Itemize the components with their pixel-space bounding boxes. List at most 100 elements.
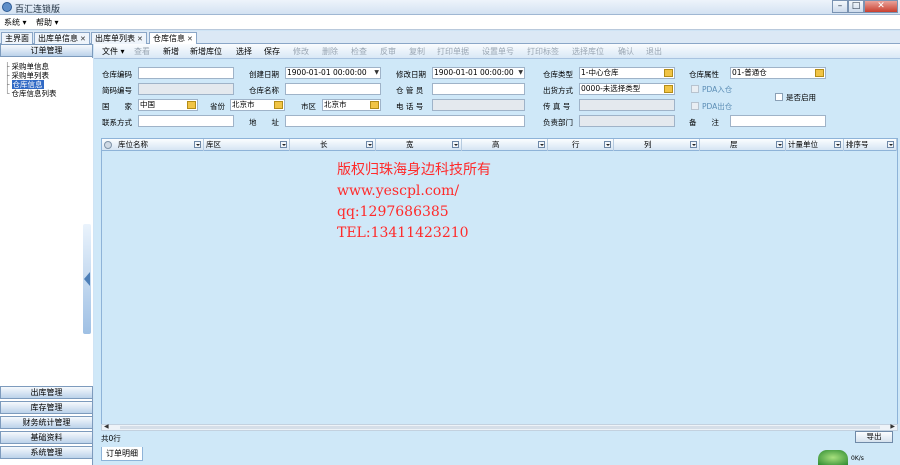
window-title: 百汇连锁版 <box>15 5 61 15</box>
folder-icon[interactable] <box>664 85 673 93</box>
toolbar-file-menu[interactable]: 文件 ▾ <box>102 46 125 57</box>
maximize-button[interactable]: □ <box>848 0 864 13</box>
filter-dropdown-icon[interactable] <box>366 141 373 148</box>
filter-dropdown-icon[interactable] <box>538 141 545 148</box>
delivery-mode-select[interactable]: 0000-未选择类型 <box>579 83 675 95</box>
column-header[interactable]: 计量单位 <box>786 139 844 151</box>
close-icon[interactable]: ✕ <box>137 35 143 43</box>
toolbar-unaudit[interactable]: 反审 <box>380 46 396 57</box>
warehouse-code-input[interactable] <box>138 67 234 79</box>
filter-dropdown-icon[interactable] <box>194 141 201 148</box>
close-icon[interactable]: ✕ <box>80 35 86 43</box>
warehouse-attr-select[interactable]: 01-普通仓 <box>730 67 826 79</box>
tab-warehouse-info[interactable]: 仓库信息 ✕ <box>149 32 197 44</box>
address-label: 地 址 <box>249 118 279 127</box>
filter-dropdown-icon[interactable] <box>776 141 783 148</box>
column-header[interactable]: 库区 <box>204 139 290 151</box>
sidebar-section-basic-data[interactable]: 基础资料 <box>0 431 93 444</box>
column-header[interactable]: 层 <box>700 139 786 151</box>
horizontal-scrollbar[interactable]: ◀ ▶ <box>101 423 898 431</box>
tab-outbound-info[interactable]: 出库单信息 ✕ <box>34 32 90 44</box>
country-select[interactable]: 中国 <box>138 99 198 111</box>
sidebar-section-outbound[interactable]: 出库管理 <box>0 386 93 399</box>
toolbar-new-location[interactable]: 新增库位 <box>190 46 222 57</box>
filter-dropdown-icon[interactable] <box>887 141 894 148</box>
sidebar-collapse-handle[interactable] <box>83 224 91 334</box>
enabled-checkbox[interactable] <box>775 93 783 101</box>
location-grid[interactable]: 库位名称 库区 长 宽 高 行 列 层 计量单位 排序号 <box>101 138 898 430</box>
keeper-input[interactable] <box>432 83 525 95</box>
warehouse-type-label: 仓库类型 <box>543 70 573 79</box>
sidebar-section-finance[interactable]: 财务统计管理 <box>0 416 93 429</box>
fax-input[interactable] <box>579 99 675 111</box>
sidebar-section-orders[interactable]: 订单管理 <box>0 44 93 57</box>
toolbar-exit[interactable]: 退出 <box>646 46 662 57</box>
create-date-picker[interactable]: 1900-01-01 00:00:00 ▼ <box>285 67 381 79</box>
tab-home[interactable]: 主界面 <box>1 32 33 44</box>
modify-date-value: 1900-01-01 00:00:00 <box>434 68 514 77</box>
dept-input[interactable] <box>579 115 675 127</box>
dept-label: 负责部门 <box>543 118 573 127</box>
modify-date-picker[interactable]: 1900-01-01 00:00:00 ▼ <box>432 67 525 79</box>
column-header[interactable]: 长 <box>290 139 376 151</box>
grid-settings-icon[interactable] <box>104 141 112 149</box>
toolbar-new[interactable]: 新增 <box>163 46 179 57</box>
pda-out-checkbox[interactable] <box>691 102 699 110</box>
folder-icon[interactable] <box>274 101 283 109</box>
network-monitor-icon[interactable] <box>818 450 848 465</box>
folder-icon[interactable] <box>815 69 824 77</box>
address-input[interactable] <box>285 115 525 127</box>
warehouse-name-input[interactable] <box>285 83 381 95</box>
tree-item-warehouse-list[interactable]: └ 仓库信息列表 <box>5 88 57 99</box>
scroll-thumb[interactable] <box>120 426 880 429</box>
column-header[interactable]: 排序号 <box>844 139 897 151</box>
folder-icon[interactable] <box>664 69 673 77</box>
folder-icon[interactable] <box>187 101 196 109</box>
filter-dropdown-icon[interactable] <box>834 141 841 148</box>
column-header[interactable]: 高 <box>462 139 548 151</box>
toolbar-check[interactable]: 检查 <box>351 46 367 57</box>
filter-dropdown-icon[interactable] <box>690 141 697 148</box>
toolbar-view[interactable]: 查看 <box>134 46 150 57</box>
scroll-right-icon[interactable]: ▶ <box>890 423 895 430</box>
warehouse-type-select[interactable]: 1-中心仓库 <box>579 67 675 79</box>
column-header[interactable]: 宽 <box>376 139 462 151</box>
menu-system[interactable]: 系统 ▾ <box>4 17 27 28</box>
warehouse-name-label: 仓库名称 <box>249 86 279 95</box>
close-button[interactable]: ✕ <box>864 0 898 13</box>
filter-dropdown-icon[interactable] <box>452 141 459 148</box>
tab-order-detail[interactable]: 订单明细 <box>101 447 143 461</box>
province-select[interactable]: 北京市 <box>230 99 285 111</box>
contact-label: 联系方式 <box>102 118 132 127</box>
scroll-left-icon[interactable]: ◀ <box>104 423 109 430</box>
toolbar-save[interactable]: 保存 <box>264 46 280 57</box>
toolbar-confirm[interactable]: 确认 <box>618 46 634 57</box>
pda-in-checkbox[interactable] <box>691 85 699 93</box>
column-header[interactable]: 行 <box>548 139 614 151</box>
tab-outbound-list[interactable]: 出库单列表 ✕ <box>91 32 147 44</box>
toolbar-print-label[interactable]: 打印标签 <box>527 46 559 57</box>
phone-input[interactable] <box>432 99 525 111</box>
close-icon[interactable]: ✕ <box>187 35 193 43</box>
toolbar-set-number[interactable]: 设置单号 <box>482 46 514 57</box>
sidebar-section-inventory[interactable]: 库存管理 <box>0 401 93 414</box>
menu-help[interactable]: 帮助 ▾ <box>36 17 59 28</box>
export-button[interactable]: 导出 <box>855 431 893 443</box>
filter-dropdown-icon[interactable] <box>280 141 287 148</box>
filter-dropdown-icon[interactable] <box>604 141 611 148</box>
folder-icon[interactable] <box>370 101 379 109</box>
minimize-button[interactable]: – <box>832 0 848 13</box>
remark-input[interactable] <box>730 115 826 127</box>
toolbar-select[interactable]: 选择 <box>236 46 252 57</box>
short-code-input[interactable] <box>138 83 234 95</box>
toolbar-copy[interactable]: 复制 <box>409 46 425 57</box>
sidebar-section-system[interactable]: 系统管理 <box>0 446 93 459</box>
city-select[interactable]: 北京市 <box>322 99 381 111</box>
toolbar-select-location[interactable]: 选择库位 <box>572 46 604 57</box>
toolbar-delete[interactable]: 删除 <box>322 46 338 57</box>
toolbar-edit[interactable]: 修改 <box>293 46 309 57</box>
toolbar-print[interactable]: 打印单据 <box>437 46 469 57</box>
column-header[interactable]: 列 <box>614 139 700 151</box>
contact-input[interactable] <box>138 115 234 127</box>
column-header[interactable]: 库位名称 <box>116 139 204 151</box>
